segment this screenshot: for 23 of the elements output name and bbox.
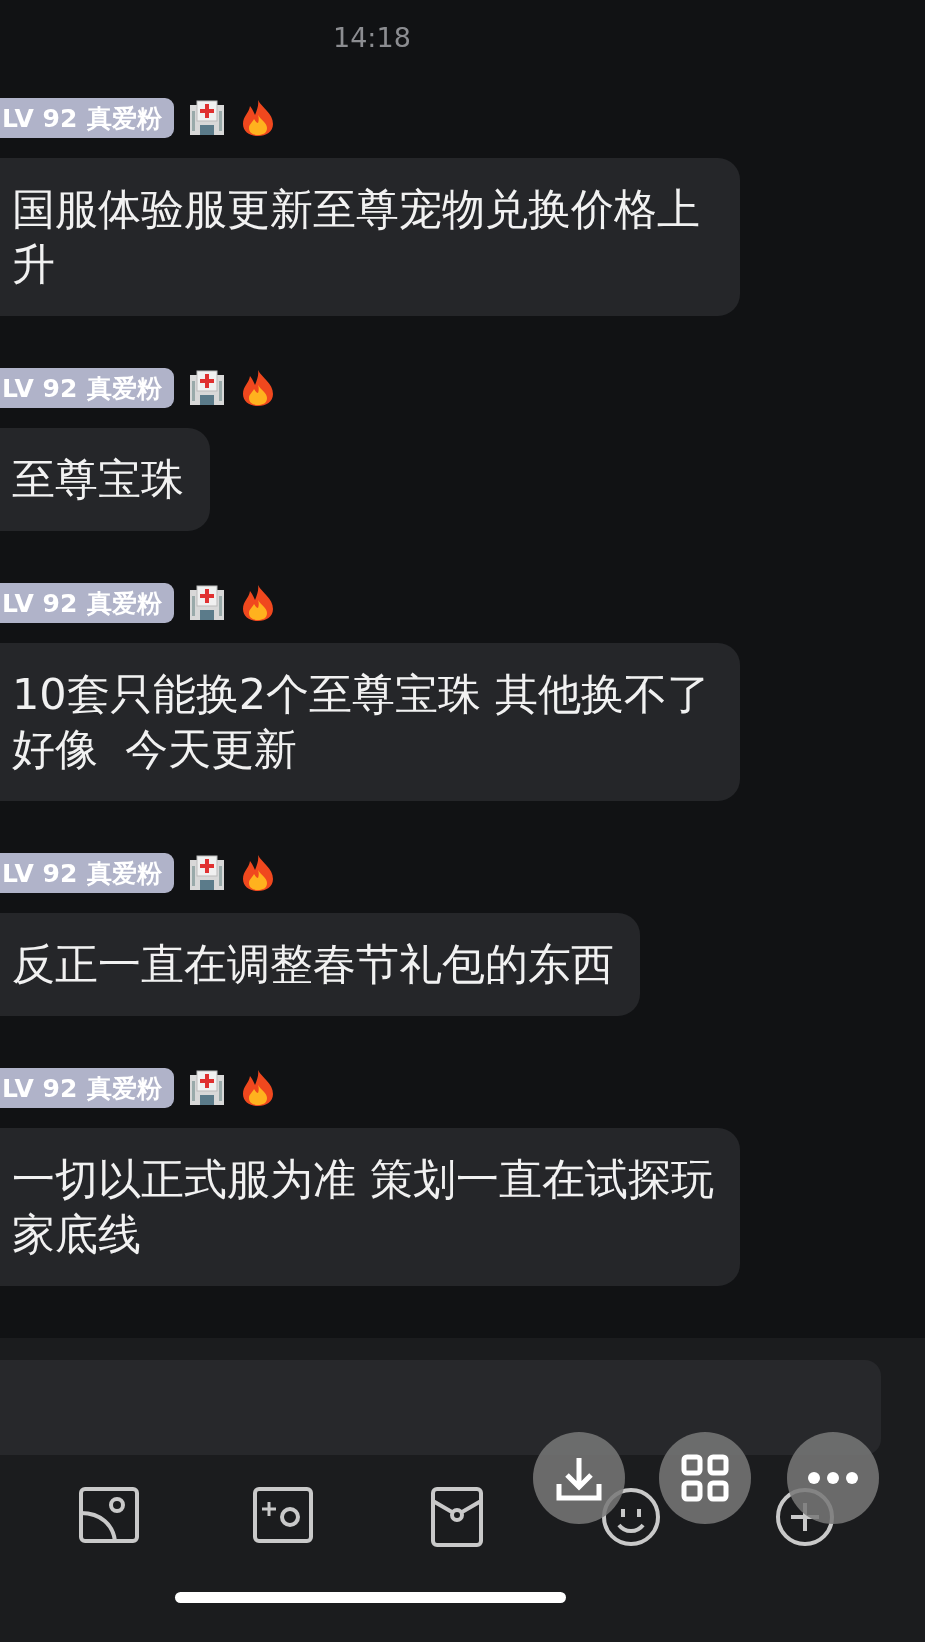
message-input[interactable]	[0, 1360, 881, 1456]
hospital-icon	[188, 584, 227, 623]
level-badge: LV 92 真爱粉	[0, 853, 175, 894]
timestamp: 14:18	[333, 22, 411, 53]
image-icon[interactable]	[79, 1487, 139, 1544]
message-bubble: 一切以正式服为准 策划一直在试探玩家底线	[0, 1128, 740, 1287]
level-badge: LV 92 真爱粉	[0, 368, 175, 409]
grid-icon	[681, 1454, 729, 1503]
message-bubble: 国服体验服更新至尊宠物兑换价格上升	[0, 158, 740, 317]
hospital-icon	[188, 1069, 227, 1108]
level-badge: LV 92 真爱粉	[0, 583, 175, 624]
level-badge: LV 92 真爱粉	[0, 1068, 175, 1109]
hospital-icon	[188, 854, 227, 893]
message-bubble: 至尊宝珠	[0, 428, 210, 532]
message-bubble: 10套只能换2个至尊宝珠 其他换不了好像 今天更新	[0, 643, 740, 802]
envelope-icon[interactable]	[431, 1487, 483, 1548]
hospital-icon	[188, 369, 227, 408]
camera-icon[interactable]	[253, 1487, 313, 1544]
level-badge: LV 92 真爱粉	[0, 98, 175, 139]
home-indicator[interactable]	[175, 1592, 566, 1604]
hospital-icon	[188, 99, 227, 138]
more-icon	[807, 1471, 859, 1486]
message-bubble: 反正一直在调整春节礼包的东西	[0, 913, 640, 1017]
